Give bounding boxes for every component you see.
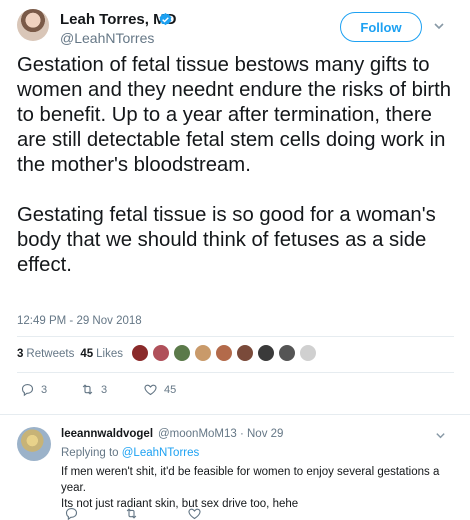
retweet-icon — [126, 508, 137, 519]
liker-avatar[interactable] — [194, 344, 212, 362]
replying-to-handle[interactable]: @LeahNTorres — [122, 447, 200, 459]
engagement-stats: 3 Retweets 45 Likes — [17, 348, 123, 360]
retweets-stat[interactable]: 3 Retweets — [17, 348, 74, 360]
author-avatar[interactable] — [17, 9, 49, 41]
liker-avatar[interactable] — [131, 344, 149, 362]
heart-icon — [188, 508, 201, 520]
divider — [0, 414, 470, 415]
verified-badge-icon — [159, 12, 172, 26]
reply-icon — [21, 383, 34, 397]
liker-avatar[interactable] — [173, 344, 191, 362]
tweet-actions: 3 3 45 — [0, 382, 470, 400]
likes-count: 45 — [80, 348, 94, 360]
tweet-timestamp[interactable]: 12:49 PM - 29 Nov 2018 — [17, 315, 142, 327]
liker-avatar[interactable] — [215, 344, 233, 362]
like-action[interactable]: 45 — [143, 382, 176, 397]
retweet-icon — [82, 384, 93, 395]
likes-stat[interactable]: 45 Likes — [80, 348, 123, 360]
reply-author-meta[interactable]: @moonMoM13 · Nov 29 — [158, 428, 283, 440]
tweet-text: Gestation of fetal tissue bestows many g… — [17, 54, 452, 276]
follow-button[interactable]: Follow — [340, 12, 422, 42]
reply-text: If men weren't shit, it'd be feasible fo… — [61, 466, 440, 510]
reply-reply-action[interactable] — [64, 506, 79, 520]
liker-avatar[interactable] — [257, 344, 275, 362]
liker-avatar[interactable] — [236, 344, 254, 362]
likes-label: Likes — [96, 348, 123, 360]
divider — [17, 372, 454, 373]
reply-author-name[interactable]: leeannwaldvogel — [61, 428, 153, 440]
reply-author-avatar[interactable] — [17, 427, 51, 461]
divider — [17, 336, 454, 337]
heart-icon — [144, 384, 157, 396]
liker-avatars[interactable] — [131, 344, 320, 366]
chevron-down-icon[interactable] — [435, 430, 446, 441]
reply-retweet-action[interactable] — [124, 506, 139, 520]
retweet-action[interactable]: 3 — [80, 382, 107, 397]
like-count: 45 — [164, 383, 177, 396]
liker-avatar[interactable] — [278, 344, 296, 362]
replying-to: Replying to @LeahNTorres — [61, 447, 199, 459]
replying-to-label: Replying to — [61, 447, 119, 459]
liker-avatar[interactable] — [299, 344, 317, 362]
reply-icon — [65, 507, 78, 520]
retweet-count: 3 — [101, 383, 108, 396]
reply-count: 3 — [41, 383, 48, 396]
author-handle[interactable]: @LeahNTorres — [60, 30, 154, 46]
retweets-count: 3 — [17, 348, 24, 360]
reply-like-action[interactable] — [187, 506, 202, 520]
retweets-label: Retweets — [26, 348, 75, 360]
reply-action[interactable]: 3 — [20, 382, 47, 397]
chevron-down-icon[interactable] — [433, 20, 445, 32]
liker-avatar[interactable] — [152, 344, 170, 362]
